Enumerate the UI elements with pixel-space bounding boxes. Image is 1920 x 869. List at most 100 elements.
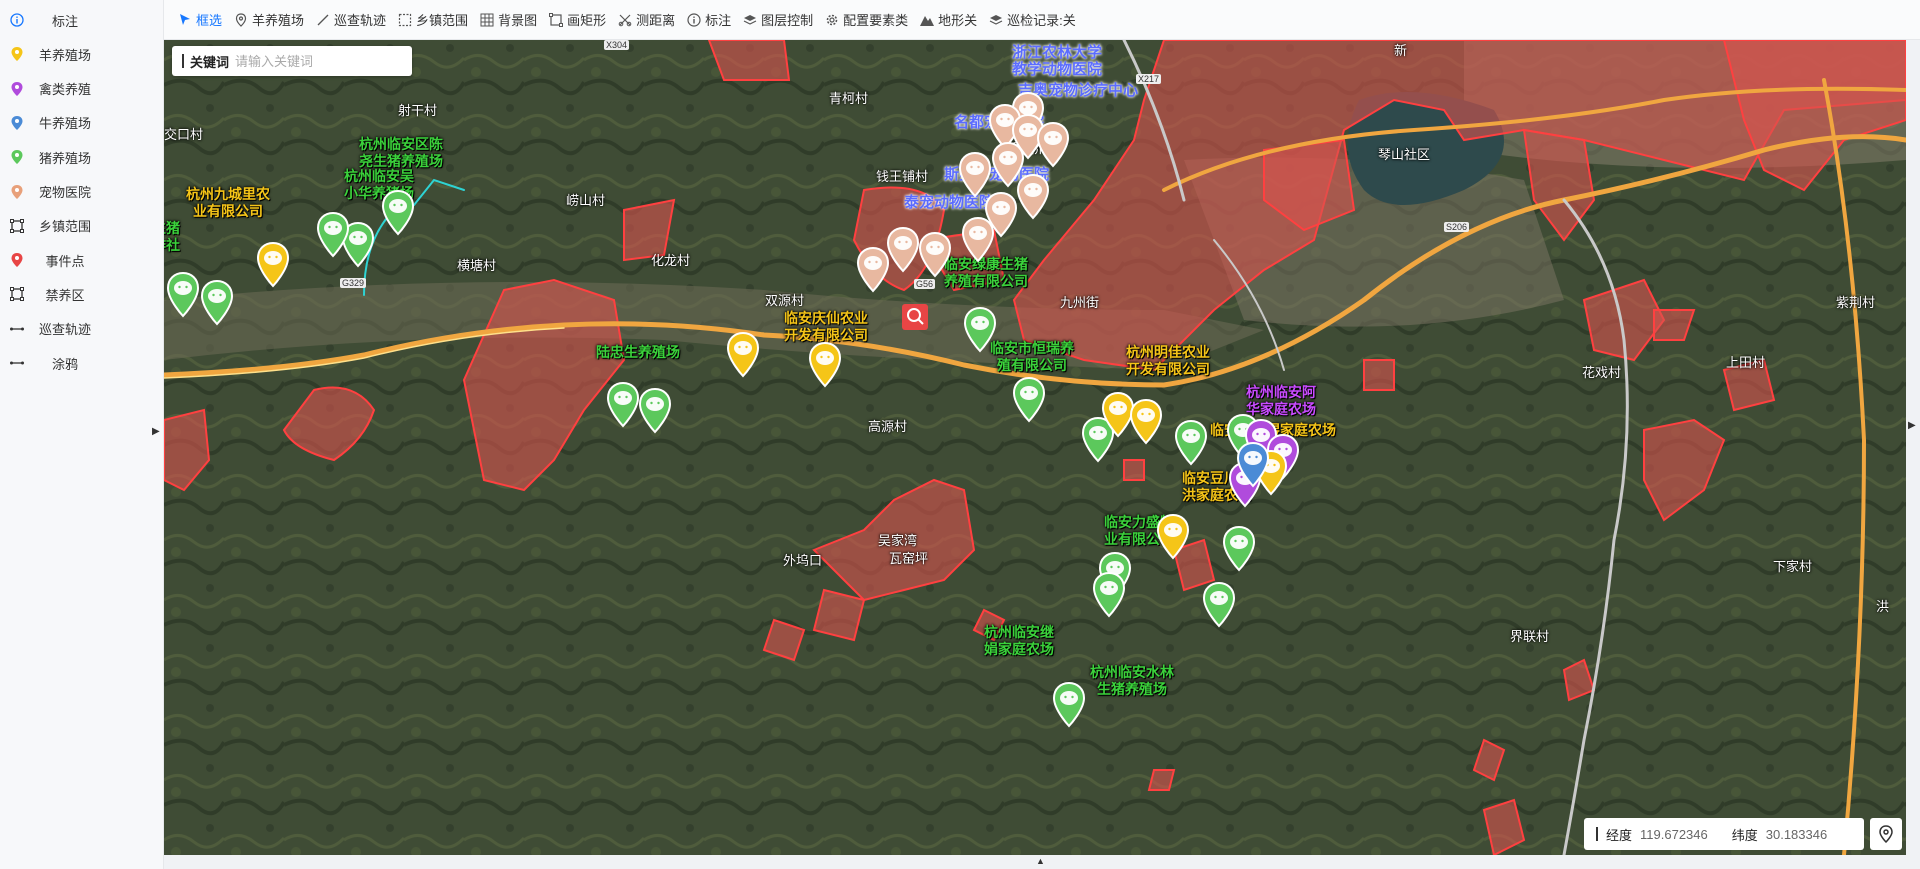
toolbar-button[interactable]: 图层控制 [737,0,819,40]
pig-farm-pin-icon[interactable] [379,188,417,236]
poi-label: 临安市恒瑞养 殖有限公司 [990,340,1074,373]
toolbar-button[interactable]: 框选 [172,0,228,40]
toolbar-button[interactable]: 巡查轨迹 [310,0,392,40]
search-input[interactable] [235,53,386,69]
sidebar-item-label: 牛养殖场 [38,116,91,132]
gear-icon [825,13,839,27]
sidebar-item[interactable]: 巡查轨迹 [0,312,160,346]
poi-label: 杭州临安继 娟家庭农场 [984,624,1054,657]
sidebar-item[interactable]: 羊养殖场 [0,37,160,71]
event-point-pin-icon[interactable] [900,302,938,350]
pet-hospital-pin-icon[interactable] [854,245,892,293]
pet-hospital-pin-icon[interactable] [959,215,997,263]
select-arrow-icon [178,13,192,27]
poi-label: 生猪 作社 [164,220,180,253]
layer-sidebar: 标注羊养殖场禽类养殖牛养殖场猪养殖场宠物医院乡镇范围事件点禁养区巡查轨迹涂鸦 [0,0,164,869]
place-label: X217 [1136,74,1162,84]
sheep-farm-pin-icon[interactable] [1154,512,1192,560]
pig-farm-pin-icon[interactable] [1050,680,1088,728]
sidebar-item[interactable]: 猪养殖场 [0,140,160,174]
sidebar-item[interactable]: 事件点 [0,243,160,277]
search-label-bar [182,54,184,68]
info-icon [687,12,701,27]
sidebar-item-label: 标注 [51,13,78,29]
pig-farm-pin-icon[interactable] [961,305,999,353]
pig-farm-pin-icon[interactable] [1010,375,1048,423]
sheep-farm-pin-icon[interactable] [1127,397,1165,445]
coordinate-readout: 经度 119.672346 纬度 30.183346 [1584,818,1864,850]
search-key-label: 关键词 [190,54,230,70]
coord-label-bar [1596,827,1598,841]
toolbar-button-label: 测距离 [636,13,676,28]
toolbar-button[interactable]: 标注 [681,0,737,40]
sheep-farm-pin-icon[interactable] [806,340,844,388]
toolbar-button-label: 配置要素类 [843,13,909,28]
sidebar-item-label: 乡镇范围 [38,219,91,235]
toolbar-button[interactable]: 配置要素类 [819,0,914,40]
right-panel-toggle-icon[interactable]: ▶ [1908,420,1916,431]
place-label: 交口村 [164,127,204,142]
place-label: 瓦窑坪 [889,551,929,566]
toolbar-button[interactable]: 测距离 [612,0,681,40]
locate-button[interactable] [1870,818,1902,850]
pig-farm-pin-icon[interactable] [198,278,236,326]
layers-icon [989,13,1003,27]
toolbar-button[interactable]: 巡检记录:关 [983,0,1082,40]
sheep-farm-pin-icon[interactable] [724,330,762,378]
pin-icon [10,253,24,268]
pig-farm-pin-icon[interactable] [1172,418,1210,466]
pet-hospital-pin-icon[interactable] [1034,120,1072,168]
sidebar-item-label: 事件点 [45,253,85,269]
sheep-farm-pin-icon[interactable] [254,240,292,288]
pig-farm-pin-icon[interactable] [1200,580,1238,628]
sidebar-item[interactable]: 禁养区 [0,277,160,311]
toolbar-button[interactable]: 乡镇范围 [392,0,474,40]
place-label: 青柯村 [829,91,869,106]
pin-icon [10,150,24,165]
ruler-icon [618,13,632,27]
place-label: 新 [1394,43,1408,58]
cattle-farm-pin-icon[interactable] [1234,440,1272,488]
poi-label: 浙江农林大学 教学动物医院 [1012,44,1103,78]
sidebar-item[interactable]: 宠物医院 [0,175,160,209]
place-label: 界联村 [1510,629,1550,644]
toolbar-button-label: 框选 [196,13,223,28]
pig-farm-pin-icon[interactable] [636,386,674,434]
place-label: X304 [604,40,630,50]
map-canvas[interactable]: 射干村交口村青柯村新溪桥村钱王铺村崂山村横塘村化龙村双源村高源村外坞口瓦窑坪吴家… [164,40,1906,855]
place-label: 琴山社区 [1378,147,1431,162]
pig-farm-pin-icon[interactable] [1220,524,1258,572]
place-label: 钱王铺村 [876,169,929,184]
sidebar-item[interactable]: 标注 [0,3,160,37]
sidebar-item-label: 禁养区 [45,287,85,303]
pin-icon [10,184,24,199]
sidebar-item-label: 宠物医院 [38,185,91,200]
place-label: 紫荆村 [1836,295,1876,310]
toolbar-button[interactable]: 背景图 [474,0,543,40]
sidebar-item-label: 涂鸦 [51,356,78,372]
sidebar-item[interactable]: 牛养殖场 [0,106,160,140]
toolbar-button-label: 巡检记录:关 [1007,13,1076,28]
pig-farm-pin-icon[interactable] [164,270,202,318]
keyword-search-box: 关键词 [172,46,412,76]
place-label: 崂山村 [566,193,606,208]
toolbar-button[interactable]: 画矩形 [543,0,612,40]
sidebar-collapse-arrow-icon[interactable]: ▶ [152,426,162,440]
sidebar-item-label: 禽类养殖 [38,82,91,98]
pig-farm-pin-icon[interactable] [1090,570,1128,618]
dashed-rect-icon [398,13,412,27]
longitude-value: 119.672346 [1640,826,1708,842]
toolbar-button-label: 标注 [705,13,732,28]
dots-line-icon [10,356,24,370]
place-label: 化龙村 [651,253,691,268]
poi-label: 杭州临安区陈 尧生猪养殖场 [359,136,443,169]
toolbar-button[interactable]: 羊养殖场 [228,0,310,40]
sidebar-item-label: 羊养殖场 [38,47,91,63]
sidebar-item[interactable]: 乡镇范围 [0,209,160,243]
bottom-panel-toggle-icon[interactable]: ▲ [1036,856,1045,866]
sidebar-item[interactable]: 禽类养殖 [0,72,160,106]
grid-icon [480,13,494,27]
pig-farm-pin-icon[interactable] [314,210,352,258]
sidebar-item[interactable]: 涂鸦 [0,346,160,380]
toolbar-button[interactable]: 地形关 [914,0,983,40]
